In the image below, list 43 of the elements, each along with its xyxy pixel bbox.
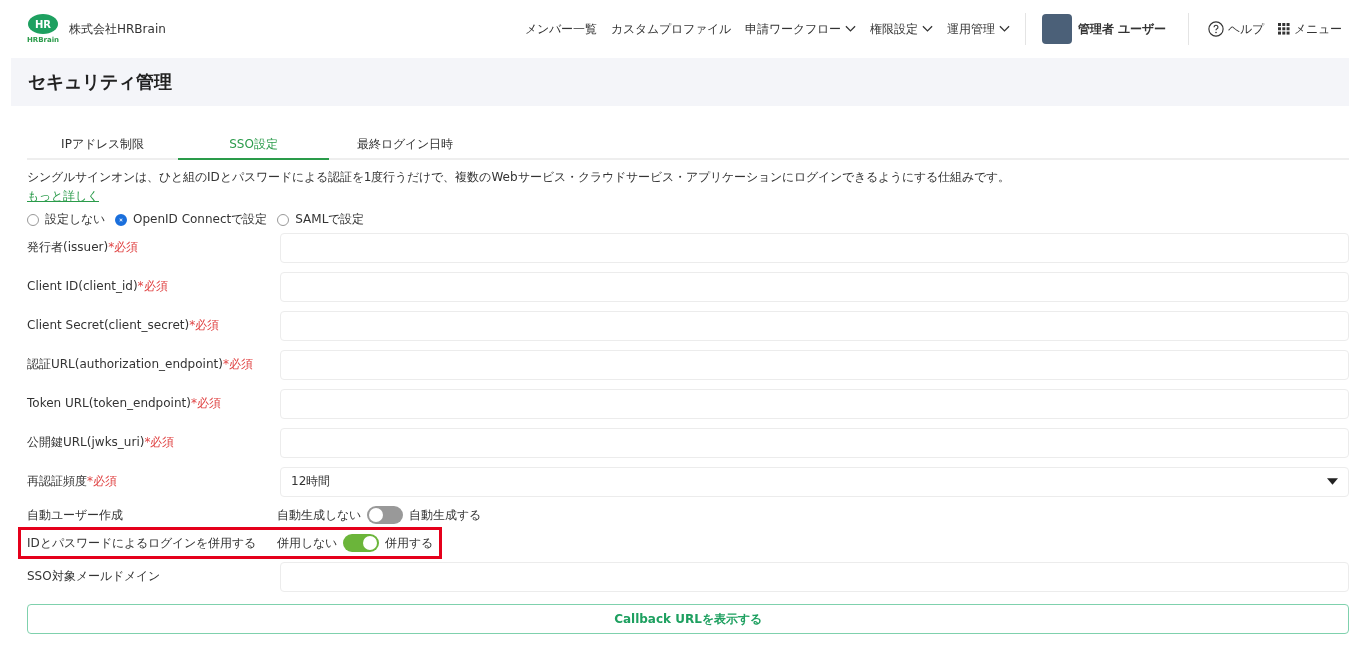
field-label: SSO対象メールドメイン <box>27 568 161 585</box>
toggle-on-label: 併用する <box>385 534 433 552</box>
nav-link[interactable]: メンバー一覧 <box>517 20 604 38</box>
toggle-switch[interactable] <box>367 506 403 524</box>
logo-mark: HR <box>28 14 58 34</box>
description-text: シングルサインオンは、ひと組のIDとパスワードによる認証を1度行うだけで、複数のWebサービス・クラウドサービス・アプリケーションにログインできるようにする仕組みです。 <box>27 170 1011 185</box>
page-title: セキュリティ管理 <box>28 70 172 94</box>
field-label: 認証URL(authorization_endpoint)*必須 <box>27 356 254 373</box>
nav-link[interactable]: 権限設定 <box>862 20 940 38</box>
nav-link[interactable]: 申請ワークフロー <box>737 20 863 38</box>
chevron-down-icon <box>921 25 933 33</box>
toggle-switch[interactable] <box>343 534 379 552</box>
field-label: IDとパスワードによるログインを併用する <box>27 534 257 552</box>
field-label: Client ID(client_id)*必須 <box>27 278 169 295</box>
tab[interactable]: 最終ログイン日時 <box>329 130 480 160</box>
select-field[interactable]: 12時間 <box>280 466 1349 497</box>
toggle-off-label: 自動生成しない <box>277 506 361 524</box>
company-name: 株式会社HRBrain <box>69 20 166 38</box>
field-label: 公開鍵URL(jwks_uri)*必須 <box>27 434 176 451</box>
chevron-down-icon <box>844 25 856 33</box>
field-label: 自動ユーザー作成 <box>27 506 124 524</box>
tab[interactable]: SSO設定 <box>178 130 329 160</box>
radio-option[interactable]: OpenID Connectで設定 <box>115 211 268 228</box>
radio-option[interactable]: SAMLで設定 <box>277 211 365 228</box>
field-label: Token URL(token_endpoint)*必須 <box>27 395 222 412</box>
help-link[interactable]: ヘルプ <box>1201 20 1271 38</box>
toggle-off-label: 併用しない <box>277 534 337 552</box>
nav-link[interactable]: カスタムプロファイル <box>603 20 738 38</box>
nav-link[interactable]: 運用管理 <box>939 20 1017 38</box>
grid-menu-icon <box>1278 23 1290 35</box>
help-icon <box>1208 21 1224 37</box>
menu-link[interactable]: メニュー <box>1271 20 1349 38</box>
field-label: Client Secret(client_secret)*必須 <box>27 317 221 334</box>
field-label: 再認証頻度*必須 <box>27 473 118 490</box>
field-label: 発行者(issuer)*必須 <box>27 239 140 256</box>
chevron-down-icon <box>998 25 1010 33</box>
radio-option[interactable]: 設定しない <box>27 211 105 228</box>
more-details-link[interactable]: もっと詳しく <box>27 189 99 203</box>
toggle-on-label: 自動生成する <box>409 506 481 524</box>
avatar-placeholder <box>1041 14 1072 44</box>
user-name[interactable]: 管理者 ユーザー <box>1077 20 1166 38</box>
tab[interactable]: IPアドレス制限 <box>27 130 178 160</box>
dropdown-triangle-icon <box>1327 478 1338 485</box>
